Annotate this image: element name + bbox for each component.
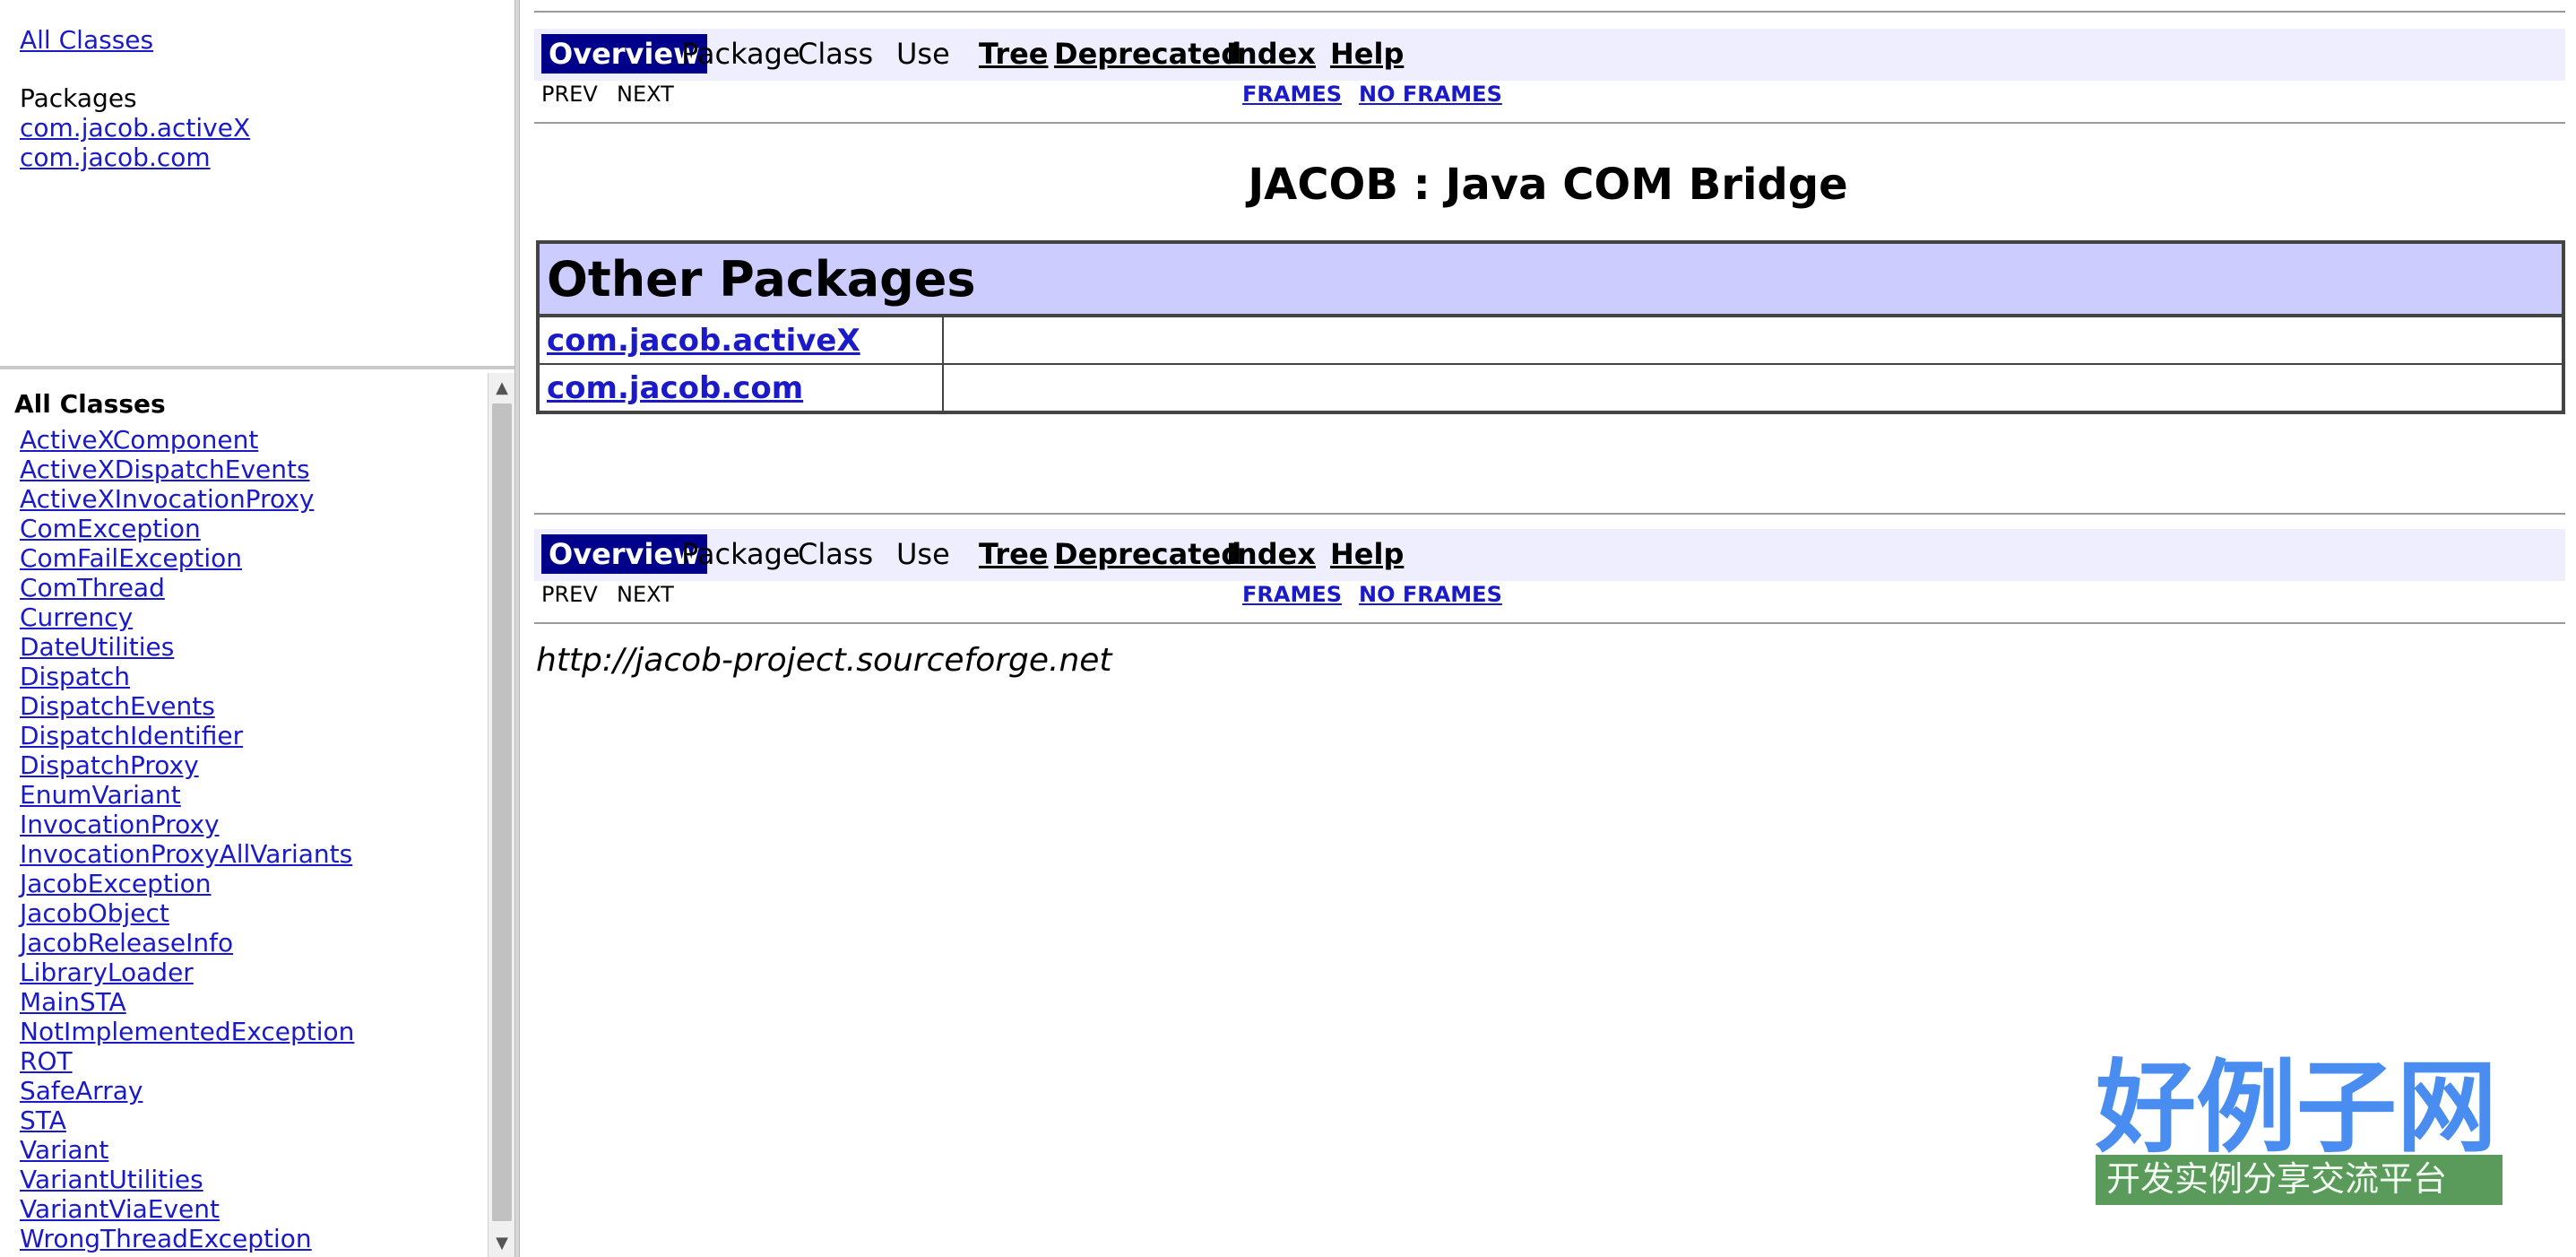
class-link[interactable]: SafeArray — [20, 1076, 486, 1105]
top-navigation-bar: Overview Package Class Use Tree Deprecat… — [534, 29, 2565, 81]
all-classes-link[interactable]: All Classes — [20, 25, 153, 55]
class-link[interactable]: ActiveXDispatchEvents — [20, 455, 486, 484]
class-scrollbar[interactable]: ▲ ▼ — [488, 373, 514, 1257]
class-link[interactable]: VariantViaEvent — [20, 1194, 486, 1224]
class-link[interactable]: VariantUtilities — [20, 1165, 486, 1194]
nav-use: Use — [896, 37, 950, 71]
content-divider-bottom — [534, 622, 2565, 624]
frames-link-bottom[interactable]: FRAMES — [1242, 579, 1342, 610]
frames-link[interactable]: FRAMES — [1242, 79, 1342, 109]
table-row: com.jacob.com — [538, 363, 2563, 413]
package-link-com-jacob-com[interactable]: com.jacob.com — [20, 143, 211, 172]
class-link[interactable]: JacobReleaseInfo — [20, 928, 486, 958]
content-divider-middle — [534, 513, 2565, 515]
nav-package: Package — [681, 37, 800, 71]
scroll-down-icon[interactable]: ▼ — [488, 1232, 514, 1253]
nav-deprecated-link-bottom[interactable]: Deprecated — [1054, 534, 1241, 574]
content-frame: Overview Package Class Use Tree Deprecat… — [520, 0, 2576, 1257]
haolizi-logo: 好例子网 开发实例分享交流平台 — [2095, 1050, 2503, 1205]
class-link[interactable]: LibraryLoader — [20, 958, 486, 987]
class-link[interactable]: DispatchIdentifier — [20, 721, 486, 750]
class-link[interactable]: NotImplementedException — [20, 1017, 486, 1046]
page-title: JACOB : Java COM Bridge — [1248, 160, 1848, 210]
nav-help-link[interactable]: Help — [1330, 34, 1404, 74]
package-description-cell — [943, 363, 2563, 413]
class-link[interactable]: ROT — [20, 1046, 486, 1076]
class-link[interactable]: JacobException — [20, 869, 486, 898]
next-label: NEXT — [617, 82, 674, 107]
class-link[interactable]: MainSTA — [20, 987, 486, 1017]
package-name-cell[interactable]: com.jacob.activeX — [538, 315, 944, 365]
logo-subtitle-text: 开发实例分享交流平台 — [2106, 1159, 2447, 1199]
bottom-navigation-bar: Overview Package Class Use Tree Deprecat… — [534, 529, 2565, 581]
logo-brand-text: 好例子网 — [2095, 1050, 2497, 1166]
class-link[interactable]: ComFailException — [20, 543, 486, 573]
class-link[interactable]: InvocationProxy — [20, 810, 486, 839]
nav-help-link-bottom[interactable]: Help — [1330, 534, 1404, 574]
nav-class: Class — [798, 37, 874, 71]
top-divider — [534, 11, 2565, 13]
package-description-cell — [943, 315, 2563, 365]
class-link[interactable]: Dispatch — [20, 662, 486, 691]
logo-subtitle-bg — [2096, 1155, 2503, 1205]
class-link[interactable]: EnumVariant — [20, 780, 486, 810]
footer-url: http://jacob-project.sourceforge.net — [536, 642, 1112, 679]
bottom-subnavigation: PREV NEXT FRAMES NO FRAMES — [541, 579, 2567, 610]
prev-label: PREV — [541, 82, 598, 107]
frameset: All Classes Packages com.jacob.activeX c… — [0, 0, 2576, 1257]
nav-tree-link-bottom[interactable]: Tree — [979, 534, 1049, 574]
class-link[interactable]: Variant — [20, 1135, 486, 1165]
no-frames-link[interactable]: NO FRAMES — [1359, 79, 1502, 109]
class-link[interactable]: STA — [20, 1105, 486, 1135]
nav-class-bottom: Class — [798, 537, 874, 571]
nav-use-bottom: Use — [896, 537, 950, 571]
class-link[interactable]: ComException — [20, 514, 486, 543]
content-divider-top — [534, 122, 2565, 124]
class-link[interactable]: DispatchEvents — [20, 691, 486, 721]
package-name-cell[interactable]: com.jacob.com — [538, 363, 944, 413]
class-link[interactable]: InvocationProxyAllVariants — [20, 839, 486, 869]
class-link[interactable]: ComThread — [20, 573, 486, 602]
class-link[interactable]: DispatchProxy — [20, 750, 486, 780]
nav-index-link-bottom[interactable]: Index — [1226, 534, 1316, 574]
scroll-up-icon[interactable]: ▲ — [488, 377, 514, 398]
class-link[interactable]: DateUtilities — [20, 632, 486, 662]
nav-tree-link[interactable]: Tree — [979, 34, 1049, 74]
table-row: com.jacob.activeX — [538, 315, 2563, 365]
prev-label-bottom: PREV — [541, 582, 598, 607]
packages-title: Packages — [20, 83, 137, 113]
nav-package-bottom: Package — [681, 537, 800, 571]
class-link[interactable]: ActiveXComponent — [20, 425, 486, 455]
next-label-bottom: NEXT — [617, 582, 674, 607]
left-frame: All Classes Packages com.jacob.activeX c… — [0, 0, 514, 1257]
packages-table-header: Other Packages — [538, 242, 2563, 317]
class-link[interactable]: WrongThreadException — [20, 1224, 486, 1253]
class-frame: All Classes ActiveXComponent ActiveXDisp… — [0, 373, 514, 1257]
nav-index-link[interactable]: Index — [1226, 34, 1316, 74]
scroll-thumb[interactable] — [492, 403, 512, 1221]
top-subnavigation: PREV NEXT FRAMES NO FRAMES — [541, 79, 2567, 109]
class-link[interactable]: Currency — [20, 602, 486, 632]
nav-deprecated-link[interactable]: Deprecated — [1054, 34, 1241, 74]
packages-table: Other Packages com.jacob.activeX com.jac… — [536, 240, 2565, 414]
all-classes-title: All Classes — [14, 389, 166, 419]
package-link-com-jacob-activex[interactable]: com.jacob.activeX — [20, 113, 250, 143]
package-frame: All Classes Packages com.jacob.activeX c… — [0, 0, 514, 369]
class-link[interactable]: ActiveXInvocationProxy — [20, 484, 486, 514]
class-link[interactable]: JacobObject — [20, 898, 486, 928]
no-frames-link-bottom[interactable]: NO FRAMES — [1359, 579, 1502, 610]
class-list: ActiveXComponent ActiveXDispatchEvents A… — [20, 425, 486, 1253]
